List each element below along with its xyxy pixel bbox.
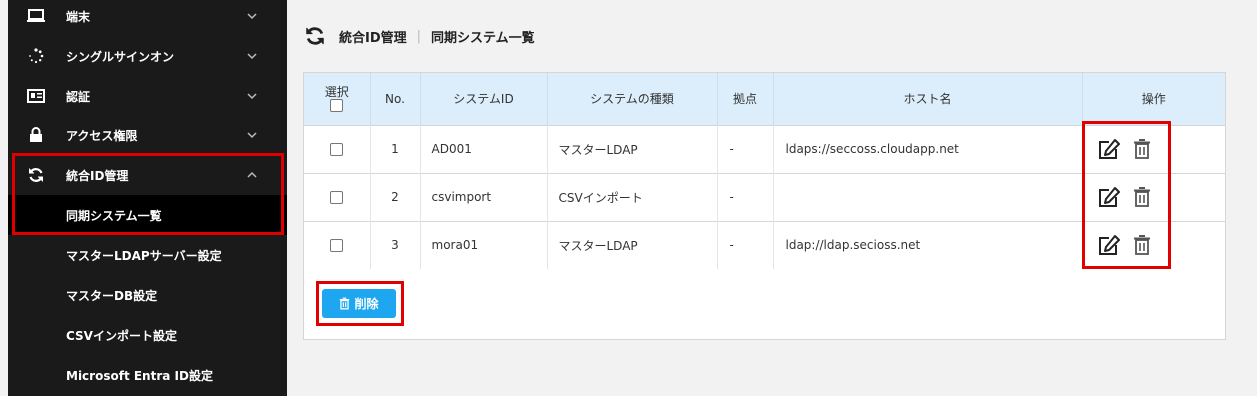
cell-system-id: AD001	[420, 125, 548, 173]
sync-icon	[26, 165, 46, 185]
sidebar-subitem-label: マスターDB設定	[66, 288, 158, 303]
sidebar-menu: 端末 シングルサインオン 認証 アクセス権限 統合ID管理 同期システム一覧 マ…	[8, 0, 287, 396]
cell-no: 1	[370, 125, 421, 173]
sync-icon	[305, 26, 325, 46]
breadcrumb-current: 同期システム一覧	[431, 30, 535, 46]
col-system-type[interactable]: システムの種類	[547, 73, 718, 125]
table-row: 3 mora01 マスターLDAP - ldap://ldap.secioss.…	[304, 221, 1225, 269]
chevron-down-icon	[247, 132, 257, 139]
sidebar-item-label: 認証	[66, 89, 91, 104]
sidebar: 端末 シングルサインオン 認証 アクセス権限 統合ID管理 同期システム一覧 マ…	[0, 0, 287, 396]
systems-panel: 選択 No. システムID システムの種類 拠点 ホスト名 操作 1 AD001…	[303, 72, 1226, 340]
delete-button[interactable]: 削除	[322, 289, 396, 318]
chevron-down-icon	[247, 93, 257, 100]
col-host[interactable]: ホスト名	[773, 73, 1083, 125]
page-title: 統合ID管理 | 同期システム一覧	[305, 24, 535, 48]
cell-system-type: CSVインポート	[547, 173, 718, 221]
edit-icon[interactable]	[1097, 138, 1121, 160]
select-all-checkbox[interactable]	[330, 99, 344, 113]
col-site[interactable]: 拠点	[717, 73, 774, 125]
cell-site: -	[717, 221, 774, 269]
trash-icon[interactable]	[1133, 138, 1151, 160]
edit-icon[interactable]	[1097, 186, 1121, 208]
systems-table: 選択 No. システムID システムの種類 拠点 ホスト名 操作 1 AD001…	[304, 73, 1225, 269]
cell-no: 3	[370, 221, 421, 269]
table-row: 1 AD001 マスターLDAP - ldaps://seccoss.cloud…	[304, 125, 1225, 173]
sidebar-subitem-csv-import[interactable]: CSVインポート設定	[8, 315, 287, 355]
sidebar-item-access[interactable]: アクセス権限	[8, 115, 287, 155]
row-checkbox[interactable]	[330, 143, 344, 156]
sidebar-item-label: 端末	[66, 9, 91, 24]
table-header-row: 選択 No. システムID システムの種類 拠点 ホスト名 操作	[304, 73, 1225, 125]
cell-system-type: マスターLDAP	[547, 221, 718, 269]
sidebar-subitem-entra-id[interactable]: Microsoft Entra ID設定	[8, 355, 287, 395]
delete-button-label: 削除	[354, 297, 379, 311]
chevron-down-icon	[247, 13, 257, 20]
breadcrumb-parent: 統合ID管理	[339, 30, 407, 46]
sidebar-item-label: アクセス権限	[66, 128, 138, 143]
cell-host	[773, 173, 1083, 221]
edit-icon[interactable]	[1097, 234, 1121, 256]
sidebar-subitem-label: マスターLDAPサーバー設定	[66, 248, 222, 263]
chevron-up-icon	[247, 171, 257, 178]
sidebar-subitem-label: CSVインポート設定	[66, 328, 177, 343]
row-checkbox[interactable]	[330, 239, 344, 253]
cell-system-id: mora01	[420, 221, 548, 269]
cell-system-id: csvimport	[420, 173, 548, 221]
lock-icon	[26, 125, 46, 145]
sidebar-item-id-management[interactable]: 統合ID管理	[8, 155, 287, 195]
sidebar-item-auth[interactable]: 認証	[8, 76, 287, 116]
breadcrumb-separator: |	[416, 28, 422, 44]
col-system-id[interactable]: システムID	[420, 73, 548, 125]
cell-no: 2	[370, 173, 421, 221]
col-no[interactable]: No.	[370, 73, 421, 125]
table-row: 2 csvimport CSVインポート -	[304, 173, 1225, 221]
sidebar-item-sso[interactable]: シングルサインオン	[8, 36, 287, 76]
main-content: 統合ID管理 | 同期システム一覧 選択 No. システムID システムの種類 …	[287, 0, 1257, 396]
sidebar-item-label: 統合ID管理	[66, 168, 129, 183]
trash-icon[interactable]	[1133, 186, 1151, 208]
cell-host: ldaps://seccoss.cloudapp.net	[773, 125, 1083, 173]
col-header-label: 選択	[324, 85, 349, 100]
sidebar-item-label: シングルサインオン	[66, 49, 175, 64]
col-ops: 操作	[1141, 92, 1166, 107]
sidebar-subitem-label: Microsoft Entra ID設定	[66, 368, 213, 383]
id-card-icon	[26, 86, 46, 106]
trash-icon[interactable]	[1133, 234, 1151, 256]
sidebar-subitem-master-db[interactable]: マスターDB設定	[8, 275, 287, 315]
spinner-icon	[26, 46, 46, 66]
trash-icon	[339, 297, 350, 310]
chevron-down-icon	[247, 53, 257, 60]
laptop-icon	[26, 6, 46, 26]
sidebar-subitem-sync-systems[interactable]: 同期システム一覧	[8, 195, 287, 235]
cell-host: ldap://ldap.secioss.net	[773, 221, 1083, 269]
cell-site: -	[717, 173, 774, 221]
col-select: 選択	[304, 73, 371, 125]
sidebar-item-device[interactable]: 端末	[8, 0, 287, 36]
cell-site: -	[717, 125, 774, 173]
sidebar-subitem-label: 同期システム一覧	[66, 208, 162, 223]
row-checkbox[interactable]	[330, 191, 344, 204]
sidebar-subitem-master-ldap[interactable]: マスターLDAPサーバー設定	[8, 235, 287, 275]
cell-system-type: マスターLDAP	[547, 125, 718, 173]
